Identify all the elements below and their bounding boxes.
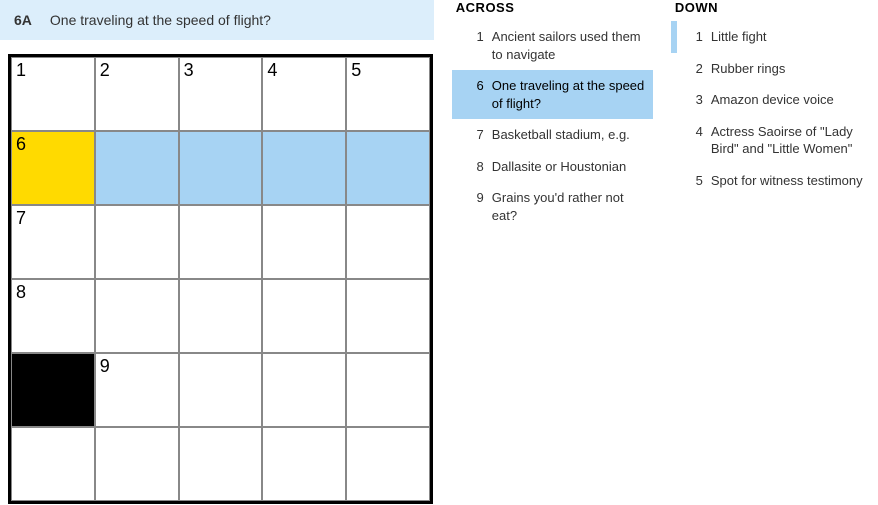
down-column: DOWN 1 Little fight 2 Rubber rings 3 Amazon d… — [671, 0, 872, 505]
down-clue-list[interactable]: 1 Little fight 2 Rubber rings 3 Amazon device… — [671, 21, 872, 505]
clue-text: Little fight — [711, 28, 864, 46]
crossword-grid[interactable]: 1 2 3 4 5 6 7 8 9 — [8, 54, 433, 504]
grid-cell[interactable] — [179, 279, 263, 353]
grid-cell[interactable] — [346, 279, 430, 353]
clue-number: 6 — [464, 77, 484, 112]
cell-number: 4 — [267, 60, 277, 81]
across-heading: ACROSS — [452, 0, 653, 21]
clue-number: 7 — [464, 126, 484, 144]
clue-item[interactable]: 3 Amazon device voice — [671, 84, 872, 116]
grid-cell[interactable] — [262, 131, 346, 205]
down-heading: DOWN — [671, 0, 872, 21]
grid-cell[interactable] — [179, 427, 263, 501]
grid-cell[interactable]: 2 — [95, 57, 179, 131]
clue-text: Rubber rings — [711, 60, 864, 78]
clue-item[interactable]: 5 Spot for witness testimony — [671, 165, 872, 197]
cell-number: 3 — [184, 60, 194, 81]
cell-number: 8 — [16, 282, 26, 303]
clue-number: 5 — [683, 172, 703, 190]
across-clue-list[interactable]: 1Ancient sailors used them to navigate6O… — [452, 21, 653, 505]
clue-text: Basketball stadium, e.g. — [492, 126, 645, 144]
clue-number: 2 — [683, 60, 703, 78]
current-clue-number: 6A — [14, 12, 32, 28]
clue-number: 1 — [464, 28, 484, 63]
grid-cell[interactable] — [179, 131, 263, 205]
grid-cell[interactable]: 5 — [346, 57, 430, 131]
clue-number: 4 — [683, 123, 703, 158]
cell-number: 1 — [16, 60, 26, 81]
grid-cell[interactable]: 4 — [262, 57, 346, 131]
grid-cell[interactable] — [346, 131, 430, 205]
grid-cell[interactable] — [95, 205, 179, 279]
clue-number: 3 — [683, 91, 703, 109]
cell-number: 7 — [16, 208, 26, 229]
grid-cell[interactable] — [346, 427, 430, 501]
grid-cell[interactable] — [262, 427, 346, 501]
clue-text: Dallasite or Houstonian — [492, 158, 645, 176]
grid-cell[interactable]: 1 — [11, 57, 95, 131]
grid-cell[interactable] — [262, 279, 346, 353]
clue-text: Actress Saoirse of "Lady Bird" and "Litt… — [711, 123, 864, 158]
grid-cell[interactable] — [262, 353, 346, 427]
grid-cell[interactable] — [346, 353, 430, 427]
grid-cell[interactable]: 6 — [11, 131, 95, 205]
clue-item[interactable]: 7 Basketball stadium, e.g. — [452, 119, 653, 151]
clue-item[interactable]: 6One traveling at the speed of flight? — [452, 70, 653, 119]
grid-cell[interactable]: 3 — [179, 57, 263, 131]
cell-number: 6 — [16, 134, 26, 155]
grid-cell[interactable] — [11, 427, 95, 501]
clue-number: 9 — [464, 189, 484, 224]
grid-cell — [11, 353, 95, 427]
grid-cell[interactable] — [346, 205, 430, 279]
cell-number: 2 — [100, 60, 110, 81]
clue-item[interactable]: 2 Rubber rings — [671, 53, 872, 85]
grid-cell[interactable] — [95, 279, 179, 353]
clue-text: Amazon device voice — [711, 91, 864, 109]
clue-item[interactable]: 4Actress Saoirse of "Lady Bird" and "Lit… — [671, 116, 872, 165]
clue-text: Grains you'd rather not eat? — [492, 189, 645, 224]
grid-cell[interactable] — [179, 205, 263, 279]
grid-cell[interactable]: 7 — [11, 205, 95, 279]
clue-item[interactable]: 9Grains you'd rather not eat? — [452, 182, 653, 231]
clue-number: 1 — [683, 28, 703, 46]
clue-item[interactable]: 1Ancient sailors used them to navigate — [452, 21, 653, 70]
clue-text: Spot for witness testimony — [711, 172, 864, 190]
grid-cell[interactable]: 8 — [11, 279, 95, 353]
grid-cell[interactable]: 9 — [95, 353, 179, 427]
clue-text: One traveling at the speed of flight? — [492, 77, 645, 112]
grid-cell[interactable] — [262, 205, 346, 279]
current-clue-text: One traveling at the speed of flight? — [50, 12, 271, 28]
grid-cell[interactable] — [95, 131, 179, 205]
cell-number: 5 — [351, 60, 361, 81]
grid-cell[interactable] — [95, 427, 179, 501]
clue-item[interactable]: 8 Dallasite or Houstonian — [452, 151, 653, 183]
across-column: ACROSS 1Ancient sailors used them to nav… — [452, 0, 653, 505]
clue-text: Ancient sailors used them to navigate — [492, 28, 645, 63]
cell-number: 9 — [100, 356, 110, 377]
grid-cell[interactable] — [179, 353, 263, 427]
clue-item[interactable]: 1 Little fight — [671, 21, 872, 53]
clue-number: 8 — [464, 158, 484, 176]
current-clue-bar: 6A One traveling at the speed of flight? — [0, 0, 434, 40]
